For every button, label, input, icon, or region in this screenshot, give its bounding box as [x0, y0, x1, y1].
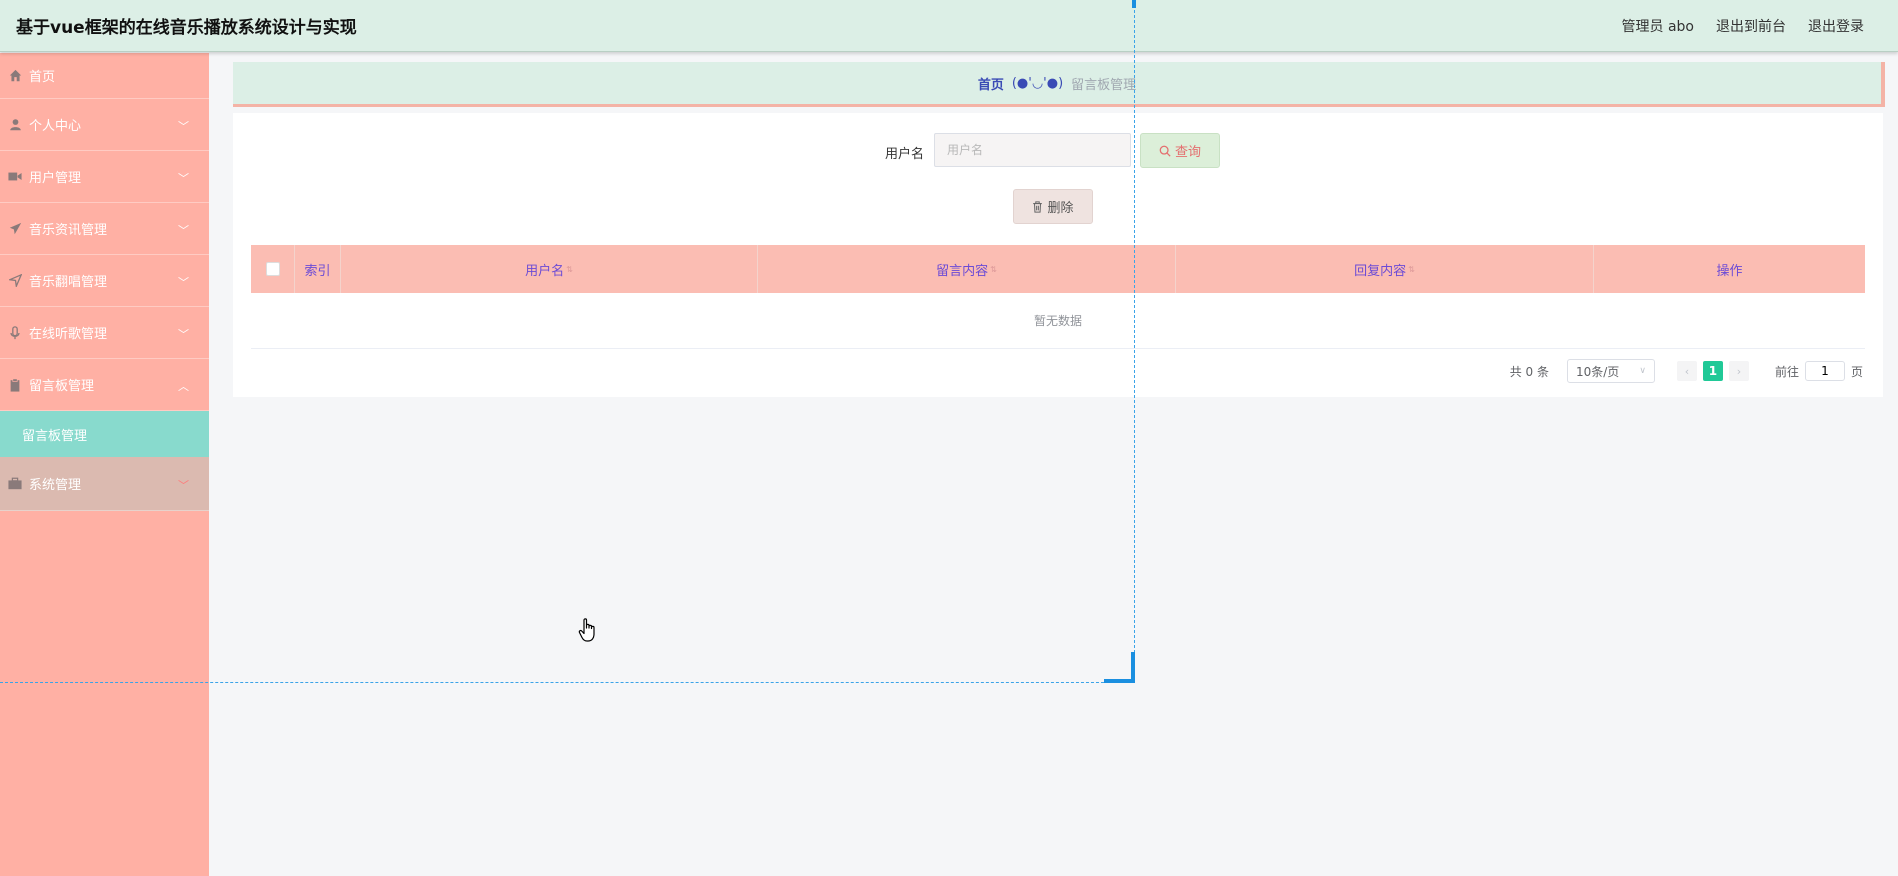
sidebar-item-music-cover[interactable]: 音乐翻唱管理 ﹀	[0, 255, 209, 307]
table-empty-state: 暂无数据	[251, 293, 1865, 349]
microphone-icon	[8, 325, 22, 340]
column-header-index: 索引	[295, 245, 341, 293]
column-header-actions: 操作	[1716, 263, 1743, 279]
column-header-reply[interactable]: 回复内容 ⇅	[1176, 245, 1594, 293]
sidebar-item-label: 首页	[29, 70, 56, 85]
prev-page-button[interactable]: ‹	[1676, 361, 1697, 381]
next-page-button[interactable]: ›	[1728, 361, 1749, 381]
sidebar-item-label: 音乐资讯管理	[29, 223, 108, 238]
selection-border-bottom	[0, 682, 1134, 683]
sidebar-item-label: 在线听歌管理	[29, 327, 108, 342]
chevron-up-icon: ︿	[178, 379, 189, 393]
admin-user-label[interactable]: 管理员 abo	[1622, 16, 1694, 36]
goto-page-input[interactable]	[1804, 361, 1845, 381]
navigation-arrow-icon	[8, 274, 22, 288]
chevron-down-icon: ﹀	[178, 223, 189, 237]
search-button-label: 查询	[1174, 145, 1201, 160]
search-button[interactable]: 查询	[1140, 133, 1220, 168]
sidebar-item-label: 系统管理	[29, 478, 82, 493]
sort-icon: ⇅	[1408, 264, 1415, 274]
page-number-current[interactable]: 1	[1702, 361, 1723, 381]
sidebar-item-label: 留言板管理	[29, 379, 95, 394]
chevron-down-icon: ﹀	[178, 275, 189, 289]
sidebar-item-label: 音乐翻唱管理	[29, 275, 108, 290]
sidebar-item-label: 个人中心	[29, 119, 82, 134]
selection-handle[interactable]	[1132, 0, 1136, 8]
sidebar-item-online-listening[interactable]: 在线听歌管理 ﹀	[0, 307, 209, 359]
clipboard-icon	[8, 378, 22, 392]
page-size-value: 10条/页	[1575, 364, 1620, 379]
column-header-label: 用户名	[525, 263, 565, 279]
logout-link[interactable]: 退出登录	[1808, 16, 1864, 36]
briefcase-icon	[8, 477, 22, 491]
delete-button[interactable]: 删除	[1013, 189, 1093, 224]
trash-icon	[1032, 200, 1043, 213]
search-icon	[1159, 145, 1171, 157]
page-size-select[interactable]: 10条/页 ∨	[1566, 359, 1655, 383]
video-camera-icon	[8, 170, 22, 184]
breadcrumb-separator-face: (●'◡'●)	[1011, 75, 1064, 91]
breadcrumb-current: 留言板管理	[1071, 77, 1137, 93]
column-header-label: 留言内容	[936, 263, 989, 279]
user-icon	[8, 118, 22, 132]
sidebar-item-home[interactable]: 首页	[0, 53, 209, 99]
table-header: 索引 用户名 ⇅ 留言内容 ⇅ 回复内容 ⇅ 操作	[251, 245, 1865, 293]
column-header-message[interactable]: 留言内容 ⇅	[758, 245, 1176, 293]
selection-corner-handle[interactable]	[1104, 652, 1135, 683]
sidebar-item-user-management[interactable]: 用户管理 ﹀	[0, 151, 209, 203]
sidebar: 首页 个人中心 ﹀ 用户管理 ﹀ 音乐资讯管理 ﹀ 音乐翻唱管理 ﹀ 在线听歌管…	[0, 53, 209, 876]
hand-pointer-icon	[578, 617, 600, 647]
message-table: 索引 用户名 ⇅ 留言内容 ⇅ 回复内容 ⇅ 操作 暂无数据	[251, 245, 1865, 349]
app-title: 基于vue框架的在线音乐播放系统设计与实现	[16, 18, 357, 38]
exit-to-frontend-link[interactable]: 退出到前台	[1716, 16, 1786, 36]
submenu-item-label: 留言板管理	[22, 428, 88, 444]
paper-plane-icon	[8, 222, 22, 236]
select-all-cell	[251, 245, 295, 293]
column-header-label: 回复内容	[1354, 263, 1407, 279]
select-all-checkbox[interactable]	[265, 262, 280, 276]
username-filter-label: 用户名	[885, 147, 925, 162]
selection-border-right	[1134, 0, 1135, 683]
column-header-username[interactable]: 用户名 ⇅	[341, 245, 758, 293]
sidebar-item-message-board[interactable]: 留言板管理 ︿	[0, 359, 209, 411]
submenu-item-message-board-management[interactable]: 留言板管理	[0, 411, 209, 457]
goto-suffix: 页	[1850, 364, 1863, 379]
sidebar-item-music-news[interactable]: 音乐资讯管理 ﹀	[0, 203, 209, 255]
chevron-down-icon: ∨	[1639, 366, 1646, 376]
username-search-input[interactable]	[934, 133, 1131, 167]
sidebar-item-system-management[interactable]: 系统管理 ﹀	[0, 457, 209, 511]
header-links: 管理员 abo 退出到前台 退出登录	[1622, 16, 1864, 36]
sort-icon: ⇅	[566, 264, 573, 274]
home-icon	[8, 69, 22, 83]
content-card: 用户名 查询 删除 索引 用户名⇅ 留言内容⇅ 回复内容⇅ 操作	[233, 113, 1883, 397]
pagination: 共 0 条 10条/页 ∨ ‹ 1 › 前往 页	[1510, 359, 1863, 383]
pagination-total: 共 0 条	[1509, 364, 1549, 379]
chevron-down-icon: ﹀	[178, 327, 189, 341]
sidebar-item-label: 用户管理	[29, 171, 82, 186]
top-header: 基于vue框架的在线音乐播放系统设计与实现 管理员 abo 退出到前台 退出登录	[0, 0, 1898, 52]
delete-button-label: 删除	[1047, 201, 1074, 216]
breadcrumb: 首页 (●'◡'●) 留言板管理	[233, 62, 1885, 107]
sort-icon: ⇅	[990, 264, 997, 274]
goto-prefix: 前往	[1774, 364, 1799, 379]
chevron-down-icon: ﹀	[178, 478, 189, 492]
chevron-down-icon: ﹀	[178, 171, 189, 185]
breadcrumb-home[interactable]: 首页	[978, 74, 1004, 93]
chevron-down-icon: ﹀	[178, 119, 189, 133]
sidebar-item-personal-center[interactable]: 个人中心 ﹀	[0, 99, 209, 151]
